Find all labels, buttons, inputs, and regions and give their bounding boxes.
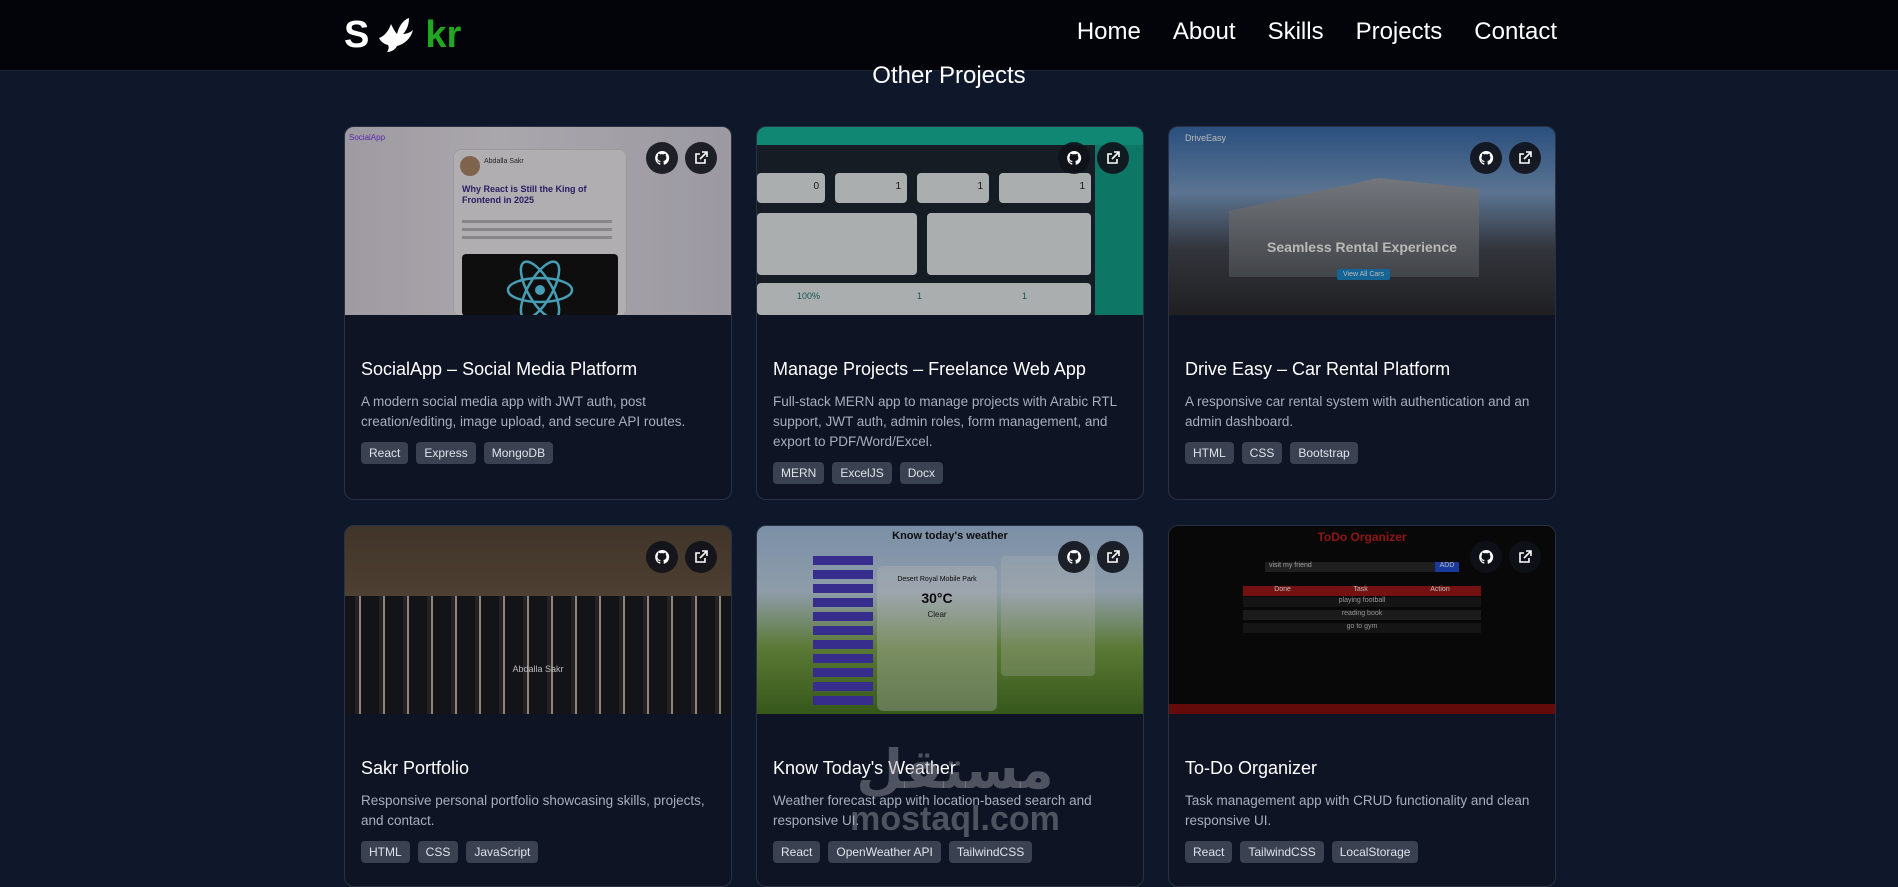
project-title: To-Do Organizer [1185,758,1318,778]
github-link-button[interactable] [646,142,678,174]
tech-tag: LocalStorage [1331,841,1419,863]
external-link-icon [1107,151,1120,164]
nav-link-projects[interactable]: Projects [1356,18,1443,46]
nav-link-home[interactable]: Home [1077,18,1141,46]
tech-tag: React [773,841,821,863]
tech-tag: CSS [1241,442,1283,464]
tech-tag: JavaScript [466,841,539,863]
project-card: ToDo Organizer visit my friend ADD Done … [1168,525,1556,887]
card-body: To-Do Organizer Task management app with… [1169,758,1555,863]
project-card: Abdalla Sakr Sakr Portfolio Responsive p… [344,525,732,887]
project-title: Know Today's Weather [773,758,956,778]
logo[interactable]: S kr [344,14,461,56]
project-card: Know today's weather Desert Royal Mobile… [756,525,1144,887]
external-link-icon [1519,550,1532,563]
project-thumbnail: DriveEasy Seamless Rental Experience Vie… [1169,127,1555,315]
project-description: Full-stack MERN app to manage projects w… [773,394,1117,449]
nav-links: Home About Skills Projects Contact [1077,18,1557,46]
project-card: SocialApp Abdalla Sakr Why React is Stil… [344,126,732,500]
tag-list: HTML CSS Bootstrap [1185,442,1539,464]
live-demo-button[interactable] [685,142,717,174]
tech-tag: TailwindCSS [948,841,1033,863]
tech-tag: MongoDB [483,442,554,464]
project-title: Manage Projects – Freelance Web App [773,359,1086,379]
tag-list: React OpenWeather API TailwindCSS [773,841,1127,863]
navbar: S kr Home About Skills Projects Contact [0,0,1898,71]
external-link-icon [1107,550,1120,563]
project-card: 0 1 1 1 100% 1 1 Manage Projects – Freel… [756,126,1144,500]
nav-link-about[interactable]: About [1173,18,1236,46]
tech-tag: CSS [417,841,459,863]
project-title: Drive Easy – Car Rental Platform [1185,359,1451,379]
tech-tag: MERN [773,462,825,484]
project-description: A modern social media app with JWT auth,… [361,394,686,429]
tag-list: HTML CSS JavaScript [361,841,715,863]
live-demo-button[interactable] [1097,541,1129,573]
live-demo-button[interactable] [1097,142,1129,174]
nav-link-contact[interactable]: Contact [1474,18,1557,46]
tech-tag: Bootstrap [1290,442,1358,464]
github-link-button[interactable] [646,541,678,573]
external-link-icon [695,151,708,164]
external-link-icon [695,550,708,563]
project-thumbnail: 0 1 1 1 100% 1 1 [757,127,1143,315]
tech-tag: React [361,442,409,464]
github-icon [1067,549,1082,564]
tech-tag: React [1185,841,1233,863]
project-title: Sakr Portfolio [361,758,470,778]
project-description: A responsive car rental system with auth… [1185,394,1530,429]
tag-list: React Express MongoDB [361,442,715,464]
tech-tag: HTML [1185,442,1234,464]
live-demo-button[interactable] [685,541,717,573]
github-icon [655,549,670,564]
tech-tag: ExcelJS [832,462,892,484]
card-body: SocialApp – Social Media Platform A mode… [345,359,731,464]
logo-letter-s: S [344,13,370,56]
project-description: Weather forecast app with location-based… [773,793,1092,828]
github-link-button[interactable] [1470,541,1502,573]
github-link-button[interactable] [1058,541,1090,573]
github-icon [655,150,670,165]
tech-tag: TailwindCSS [1240,841,1324,863]
card-body: Drive Easy – Car Rental Platform A respo… [1169,359,1555,464]
project-card: DriveEasy Seamless Rental Experience Vie… [1168,126,1556,500]
tech-tag: OpenWeather API [828,841,941,863]
live-demo-button[interactable] [1509,142,1541,174]
tech-tag: HTML [361,841,410,863]
project-thumbnail: ToDo Organizer visit my friend ADD Done … [1169,526,1555,714]
tag-list: MERN ExcelJS Docx [773,462,1127,484]
logo-letters-kr: kr [425,13,462,56]
project-title: SocialApp – Social Media Platform [361,359,638,379]
github-icon [1067,150,1082,165]
project-thumbnail: SocialApp Abdalla Sakr Why React is Stil… [345,127,731,315]
live-demo-button[interactable] [1509,541,1541,573]
tech-tag: Express [416,442,476,464]
section-title: Other Projects [872,62,1026,89]
project-description: Task management app with CRUD functional… [1185,793,1530,828]
github-icon [1479,549,1494,564]
project-thumbnail: Abdalla Sakr [345,526,731,714]
nav-link-skills[interactable]: Skills [1268,18,1324,46]
project-thumbnail: Know today's weather Desert Royal Mobile… [757,526,1143,714]
tech-tag: Docx [899,462,944,484]
project-description: Responsive personal portfolio showcasing… [361,793,705,828]
card-body: Manage Projects – Freelance Web App Full… [757,359,1143,484]
card-body: Sakr Portfolio Responsive personal portf… [345,758,731,863]
github-link-button[interactable] [1470,142,1502,174]
card-body: Know Today's Weather Weather forecast ap… [757,758,1143,863]
github-link-button[interactable] [1058,142,1090,174]
external-link-icon [1519,151,1532,164]
dove-icon [379,18,414,52]
tag-list: React TailwindCSS LocalStorage [1185,841,1539,863]
github-icon [1479,150,1494,165]
